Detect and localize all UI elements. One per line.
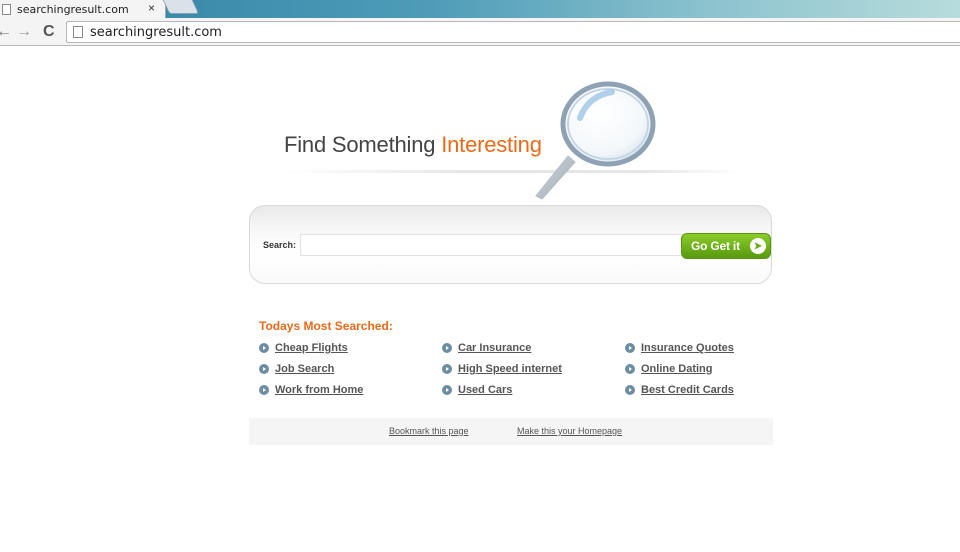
homepage-link[interactable]: Make this your Homepage (517, 426, 622, 436)
popular-searches-title: Todays Most Searched: (259, 319, 393, 333)
popular-link[interactable]: Cheap Flights (259, 341, 348, 355)
search-input[interactable] (300, 234, 684, 256)
magnifier-icon (535, 81, 656, 200)
arrow-right-icon: ➤ (750, 238, 766, 254)
close-tab-icon[interactable]: × (148, 1, 155, 15)
browser-toolbar: ← → C searchingresult.com (0, 18, 960, 46)
tab-title: searchingresult.com (17, 2, 129, 16)
popular-link[interactable]: Online Dating (625, 362, 713, 376)
popular-link[interactable]: Work from Home (259, 383, 363, 397)
page-title: Find Something Interesting (284, 132, 542, 158)
bullet-arrow-icon (625, 385, 635, 395)
bullet-arrow-icon (442, 343, 452, 353)
popular-link[interactable]: Used Cars (442, 383, 512, 397)
forward-button[interactable]: → (16, 22, 32, 42)
popular-link[interactable]: Job Search (259, 362, 334, 376)
go-get-it-button[interactable]: Go Get it ➤ (681, 233, 771, 259)
bookmark-link[interactable]: Bookmark this page (389, 426, 469, 436)
popular-link[interactable]: Best Credit Cards (625, 383, 734, 397)
bullet-arrow-icon (259, 385, 269, 395)
popular-link[interactable]: Insurance Quotes (625, 341, 734, 355)
address-bar[interactable]: searchingresult.com (66, 21, 960, 43)
reload-button[interactable]: C (43, 22, 55, 42)
page-icon (2, 3, 11, 15)
bullet-arrow-icon (442, 364, 452, 374)
browser-tab[interactable]: searchingresult.com × (0, 0, 166, 18)
bullet-arrow-icon (442, 385, 452, 395)
hero-divider (280, 170, 740, 173)
footer-bar: Bookmark this page Make this your Homepa… (249, 418, 773, 445)
hero-banner: Find Something Interesting (270, 78, 740, 203)
popular-link[interactable]: High Speed internet (442, 362, 562, 376)
bullet-arrow-icon (625, 343, 635, 353)
bullet-arrow-icon (259, 343, 269, 353)
tab-strip: searchingresult.com × (0, 0, 960, 18)
new-tab-button[interactable] (162, 0, 200, 14)
search-label: Search: (263, 240, 297, 250)
headline-plain: Find Something (284, 132, 442, 157)
go-button-label: Go Get it (691, 239, 740, 253)
popular-link[interactable]: Car Insurance (442, 341, 531, 355)
bullet-arrow-icon (259, 364, 269, 374)
back-button[interactable]: ← (0, 22, 12, 42)
url-text[interactable]: searchingresult.com (90, 25, 222, 40)
search-panel: Search: Go Get it ➤ (249, 205, 772, 284)
bullet-arrow-icon (625, 364, 635, 374)
page-icon (73, 26, 83, 38)
